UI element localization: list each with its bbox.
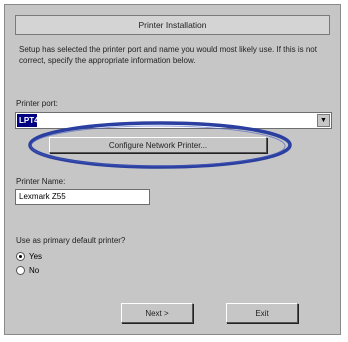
radio-no-label: No [29,266,40,275]
radio-no[interactable] [16,266,25,275]
exit-button[interactable]: Exit [226,303,298,323]
default-printer-question: Use as primary default printer? [16,236,126,245]
printer-installation-dialog: Printer Installation Setup has selected … [4,4,341,335]
printer-port-value: LPT4 [17,114,39,127]
radio-yes[interactable] [16,252,25,261]
printer-port-label: Printer port: [16,99,58,108]
dialog-title: Printer Installation [15,15,330,35]
radio-yes-label: Yes [29,252,43,261]
configure-network-printer-button[interactable]: Configure Network Printer... [49,137,267,153]
setup-description: Setup has selected the printer port and … [19,45,317,65]
printer-port-select[interactable]: LPT4 ▼ [15,112,332,129]
next-button[interactable]: Next > [121,303,193,323]
printer-name-input[interactable]: Lexmark Z55 [15,189,150,205]
radio-no-option[interactable]: No [16,266,39,275]
printer-name-label: Printer Name: [16,177,66,186]
chevron-down-icon[interactable]: ▼ [317,114,330,127]
radio-yes-option[interactable]: Yes [16,252,42,261]
